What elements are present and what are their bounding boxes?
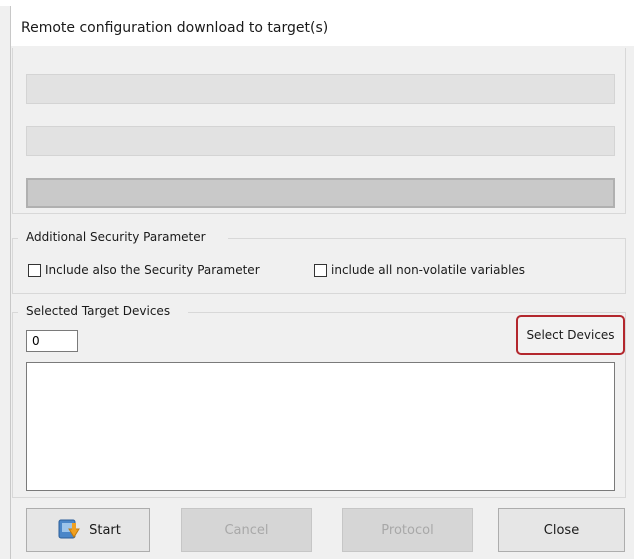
cancel-button-label: Cancel: [224, 522, 269, 538]
start-button-label: Start: [89, 522, 121, 538]
progress-bar-1: [26, 74, 615, 104]
progress-bar-3: [26, 178, 615, 208]
close-button-label: Close: [543, 522, 580, 538]
select-devices-button[interactable]: Select Devices: [516, 315, 625, 355]
protocol-button[interactable]: Protocol: [342, 508, 473, 552]
include-security-label: Include also the Security Parameter: [45, 263, 260, 277]
protocol-button-label: Protocol: [381, 522, 434, 538]
include-nonvolatile-checkbox[interactable]: [314, 263, 327, 277]
start-download-icon: [58, 519, 81, 539]
progress-bar-2: [26, 126, 615, 156]
include-nonvolatile-label: include all non-volatile variables: [331, 263, 526, 277]
include-security-row[interactable]: Include also the Security Parameter: [28, 263, 260, 277]
include-security-checkbox[interactable]: [28, 263, 41, 277]
select-devices-label: Select Devices: [526, 328, 615, 342]
security-group-line-left: [12, 238, 18, 239]
security-group-label: Additional Security Parameter: [26, 230, 210, 244]
title-bar: Remote configuration download to target(…: [10, 6, 634, 46]
cancel-button[interactable]: Cancel: [181, 508, 312, 552]
include-nonvolatile-row[interactable]: include all non-volatile variables: [314, 263, 525, 277]
targets-group-line-right: [188, 312, 626, 313]
remote-config-dialog: Remote configuration download to target(…: [0, 0, 634, 559]
targets-group-label: Selected Target Devices: [26, 304, 175, 318]
device-list[interactable]: [26, 362, 615, 491]
targets-group-line-left: [12, 312, 18, 313]
start-button[interactable]: Start: [26, 508, 150, 552]
dialog-title: Remote configuration download to target(…: [21, 20, 329, 36]
device-count-field[interactable]: [26, 330, 78, 352]
security-group-line-right: [228, 238, 626, 239]
close-button[interactable]: Close: [498, 508, 625, 552]
